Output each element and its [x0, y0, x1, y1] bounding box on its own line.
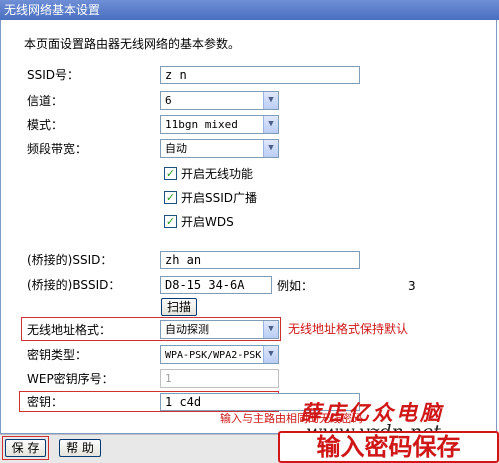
bridge-bssid-label: (桥接的)BSSID：	[27, 278, 121, 292]
enable-ssid-broadcast-label: 开启SSID广播	[181, 191, 258, 205]
bandwidth-label: 频段带宽：	[27, 142, 88, 156]
channel-label: 信道：	[27, 94, 64, 108]
ssid-label: SSID号：	[27, 68, 80, 82]
enable-wireless-label: 开启无线功能	[181, 167, 254, 181]
wep-index-label: WEP密钥序号：	[27, 372, 114, 386]
enable-wireless-checkbox[interactable]: ✓	[164, 167, 177, 180]
scan-button[interactable]: 扫描	[161, 298, 197, 316]
channel-select[interactable]: 6 ▼	[160, 91, 279, 110]
wep-index-select[interactable]: 1	[160, 369, 279, 388]
address-format-label: 无线地址格式：	[27, 323, 112, 337]
redacted-area	[318, 272, 404, 298]
mode-label: 模式：	[27, 118, 64, 132]
bssid-example-value: 3	[408, 279, 416, 293]
help-button[interactable]: 帮 助	[59, 439, 101, 457]
bridge-ssid-label: (桥接的)SSID：	[27, 253, 113, 267]
mode-value: 11bgn mixed	[165, 118, 238, 131]
enable-ssid-broadcast-checkbox[interactable]: ✓	[164, 191, 177, 204]
chevron-down-icon[interactable]: ▼	[263, 321, 278, 338]
bridge-ssid-input[interactable]: zh an	[160, 251, 360, 269]
chevron-down-icon[interactable]: ▼	[263, 116, 278, 133]
channel-value: 6	[165, 94, 172, 107]
bandwidth-select[interactable]: 自动 ▼	[160, 139, 279, 158]
key-label: 密钥：	[27, 395, 64, 409]
enable-wds-label: 开启WDS	[181, 215, 234, 229]
watermark-banner: 输入密码保存	[278, 431, 499, 463]
bssid-example-label: 例如：	[277, 279, 314, 293]
bandwidth-value: 自动	[165, 142, 187, 155]
bridge-bssid-input[interactable]: D8-15 34-6A	[160, 276, 272, 294]
mode-select[interactable]: 11bgn mixed ▼	[160, 115, 279, 134]
key-type-select[interactable]: WPA-PSK/WPA2-PSK ▼	[160, 345, 279, 364]
window-title: 无线网络基本设置	[0, 0, 499, 20]
key-type-value: WPA-PSK/WPA2-PSK	[165, 350, 262, 361]
enable-wds-checkbox[interactable]: ✓	[164, 215, 177, 228]
wep-index-value: 1	[165, 372, 172, 385]
chevron-down-icon[interactable]: ▼	[263, 346, 278, 363]
address-format-note: 无线地址格式保持默认	[288, 322, 409, 336]
chevron-down-icon[interactable]: ▼	[263, 140, 278, 157]
chevron-down-icon[interactable]: ▼	[263, 92, 278, 109]
save-button[interactable]: 保 存	[5, 439, 46, 457]
intro-text: 本页面设置路由器无线网络的基本参数。	[24, 37, 241, 51]
address-format-select[interactable]: 自动探测 ▼	[160, 320, 279, 339]
key-type-label: 密钥类型：	[27, 348, 88, 362]
ssid-input[interactable]: z n	[160, 66, 360, 84]
address-format-value: 自动探测	[165, 323, 209, 336]
